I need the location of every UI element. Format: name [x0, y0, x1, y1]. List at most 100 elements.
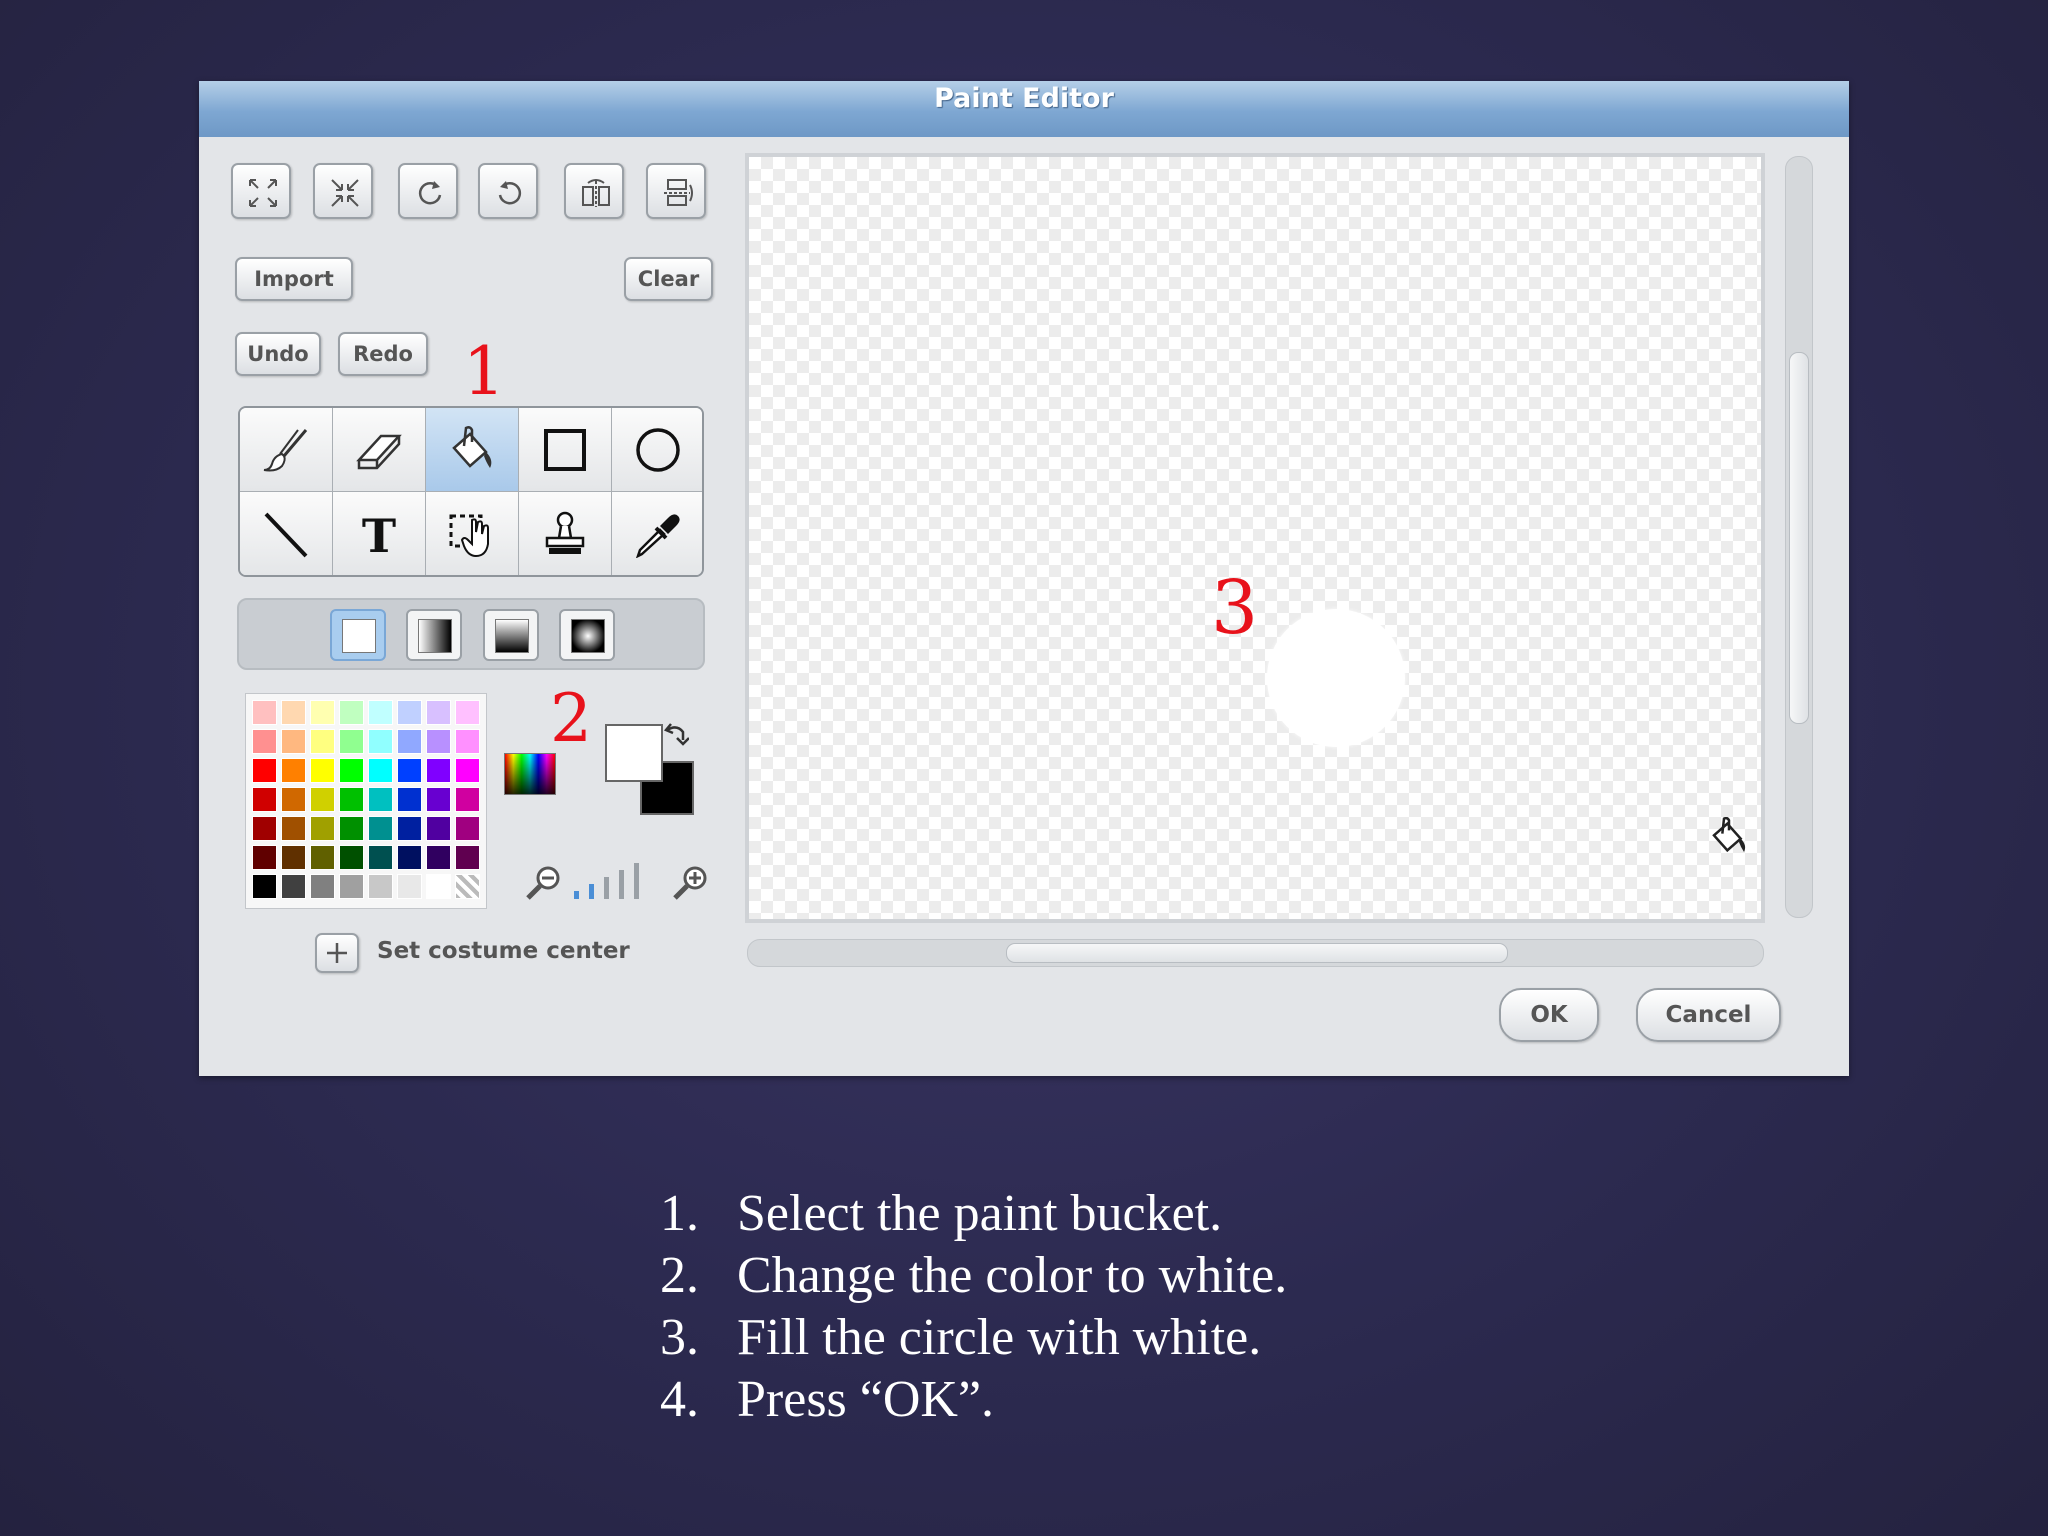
undo-button[interactable]: Undo: [235, 332, 321, 376]
palette-color-swatch[interactable]: [368, 758, 393, 783]
set-costume-center-button[interactable]: [315, 933, 359, 973]
palette-color-swatch[interactable]: [281, 700, 306, 725]
palette-color-swatch[interactable]: [455, 787, 480, 812]
palette-color-swatch[interactable]: [281, 787, 306, 812]
palette-color-swatch[interactable]: [426, 845, 451, 870]
select-tool[interactable]: [426, 492, 519, 575]
palette-color-swatch[interactable]: [310, 845, 335, 870]
palette-color-swatch[interactable]: [397, 874, 422, 899]
palette-color-swatch[interactable]: [252, 816, 277, 841]
vertical-scrollbar-thumb[interactable]: [1789, 352, 1809, 724]
palette-color-swatch[interactable]: [310, 729, 335, 754]
line-tool[interactable]: [240, 492, 333, 575]
palette-color-swatch[interactable]: [455, 874, 480, 899]
palette-color-swatch[interactable]: [310, 758, 335, 783]
palette-color-swatch[interactable]: [281, 758, 306, 783]
zoom-in-icon[interactable]: [671, 864, 711, 904]
palette-color-swatch[interactable]: [426, 874, 451, 899]
palette-color-swatch[interactable]: [339, 845, 364, 870]
zoom-level-bar[interactable]: [589, 884, 594, 899]
fill-horizontal-gradient-option[interactable]: [406, 609, 462, 661]
palette-color-swatch[interactable]: [252, 845, 277, 870]
palette-color-swatch[interactable]: [252, 729, 277, 754]
flip-horizontal-button[interactable]: [564, 163, 624, 219]
import-button[interactable]: Import: [235, 257, 353, 301]
rectangle-tool[interactable]: [519, 408, 612, 492]
text-tool[interactable]: T: [333, 492, 426, 575]
paintbrush-tool[interactable]: [240, 408, 333, 492]
palette-color-swatch[interactable]: [368, 729, 393, 754]
palette-color-swatch[interactable]: [252, 758, 277, 783]
palette-color-swatch[interactable]: [455, 816, 480, 841]
palette-color-swatch[interactable]: [397, 787, 422, 812]
palette-color-swatch[interactable]: [252, 787, 277, 812]
color-spectrum-picker[interactable]: [504, 753, 556, 795]
palette-color-swatch[interactable]: [368, 845, 393, 870]
fill-tool[interactable]: [426, 408, 519, 492]
palette-color-swatch[interactable]: [426, 758, 451, 783]
fill-solid-option[interactable]: [330, 609, 386, 661]
palette-color-swatch[interactable]: [339, 874, 364, 899]
palette-color-swatch[interactable]: [310, 787, 335, 812]
rotate-left-button[interactable]: [398, 163, 458, 219]
palette-color-swatch[interactable]: [252, 874, 277, 899]
palette-color-swatch[interactable]: [339, 758, 364, 783]
palette-color-swatch[interactable]: [339, 816, 364, 841]
zoom-level-bar[interactable]: [634, 863, 639, 899]
palette-color-swatch[interactable]: [339, 700, 364, 725]
palette-color-swatch[interactable]: [252, 700, 277, 725]
palette-color-swatch[interactable]: [397, 700, 422, 725]
palette-color-swatch[interactable]: [426, 729, 451, 754]
stamp-tool[interactable]: [519, 492, 612, 575]
ok-button[interactable]: OK: [1499, 988, 1599, 1042]
palette-color-swatch[interactable]: [455, 758, 480, 783]
eyedropper-tool[interactable]: [612, 492, 702, 575]
zoom-level-bars[interactable]: [574, 863, 654, 899]
redo-button[interactable]: Redo: [338, 332, 428, 376]
palette-color-swatch[interactable]: [339, 729, 364, 754]
vertical-scrollbar[interactable]: [1785, 156, 1813, 918]
palette-color-swatch[interactable]: [281, 816, 306, 841]
palette-color-swatch[interactable]: [281, 874, 306, 899]
foreground-color-swatch[interactable]: [605, 724, 663, 782]
palette-color-swatch[interactable]: [310, 874, 335, 899]
clear-button[interactable]: Clear: [624, 257, 713, 301]
fill-vertical-gradient-option[interactable]: [483, 609, 539, 661]
palette-color-swatch[interactable]: [397, 729, 422, 754]
palette-color-swatch[interactable]: [397, 845, 422, 870]
paintbrush-icon: [263, 429, 308, 472]
swap-colors-icon[interactable]: [663, 722, 689, 748]
palette-color-swatch[interactable]: [397, 758, 422, 783]
eraser-tool[interactable]: [333, 408, 426, 492]
palette-color-swatch[interactable]: [455, 729, 480, 754]
palette-color-swatch[interactable]: [339, 787, 364, 812]
flip-vertical-button[interactable]: [646, 163, 706, 219]
ellipse-tool[interactable]: [612, 408, 702, 492]
palette-color-swatch[interactable]: [426, 816, 451, 841]
rotate-right-button[interactable]: [478, 163, 538, 219]
palette-color-swatch[interactable]: [368, 700, 393, 725]
zoom-level-bar[interactable]: [574, 891, 579, 899]
palette-color-swatch[interactable]: [426, 787, 451, 812]
grow-button[interactable]: [231, 163, 291, 219]
palette-color-swatch[interactable]: [368, 874, 393, 899]
palette-color-swatch[interactable]: [281, 845, 306, 870]
palette-color-swatch[interactable]: [368, 787, 393, 812]
fill-radial-gradient-option[interactable]: [559, 609, 615, 661]
horizontal-scrollbar[interactable]: [747, 939, 1764, 967]
zoom-level-bar[interactable]: [604, 877, 609, 899]
palette-color-swatch[interactable]: [368, 816, 393, 841]
drawing-canvas[interactable]: 3: [745, 153, 1765, 923]
palette-color-swatch[interactable]: [310, 700, 335, 725]
palette-color-swatch[interactable]: [455, 845, 480, 870]
horizontal-scrollbar-thumb[interactable]: [1006, 943, 1508, 963]
shrink-button[interactable]: [313, 163, 373, 219]
zoom-out-icon[interactable]: [524, 864, 564, 904]
zoom-level-bar[interactable]: [619, 870, 624, 899]
cancel-button[interactable]: Cancel: [1636, 988, 1781, 1042]
palette-color-swatch[interactable]: [310, 816, 335, 841]
palette-color-swatch[interactable]: [281, 729, 306, 754]
palette-color-swatch[interactable]: [397, 816, 422, 841]
palette-color-swatch[interactable]: [426, 700, 451, 725]
palette-color-swatch[interactable]: [455, 700, 480, 725]
